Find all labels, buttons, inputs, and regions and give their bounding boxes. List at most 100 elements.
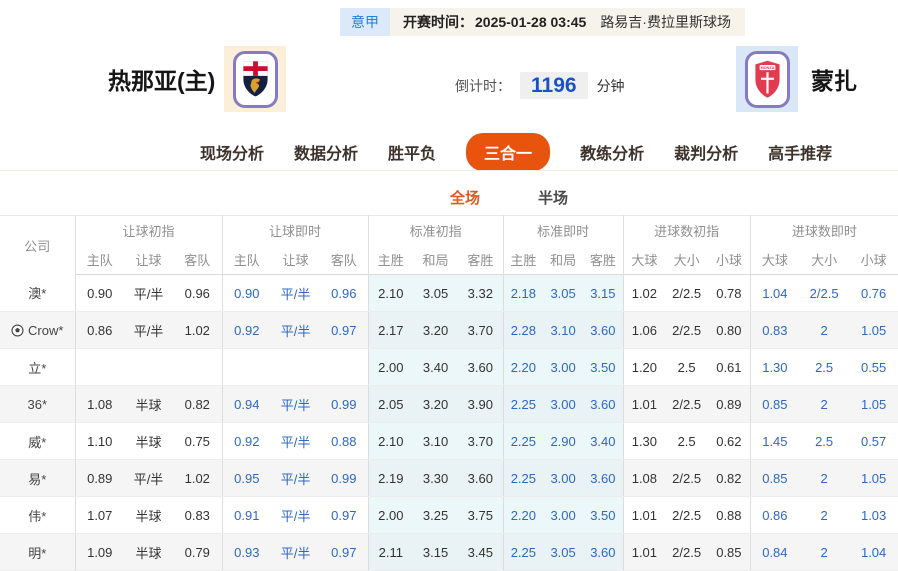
odds-cell-handicap-live: 0.97 [320,311,369,349]
odds-cell-handicap-live: 0.91 [221,496,272,534]
odds-cell-standard-live: 2.20 [502,496,544,534]
odds-cell-standard-live: 2.90 [543,422,584,460]
odds-cell-standard-initial: 2.17 [367,311,414,349]
col-header-standard-live-1: 和局 [543,245,584,275]
odds-cell-standard-live: 3.50 [583,496,624,534]
odds-cell-handicap-live [320,348,369,386]
odds-cell-standard-initial: 3.75 [458,496,504,534]
odds-cell-standard-live: 3.05 [543,274,584,312]
company-cell[interactable]: 伟* [0,496,75,534]
odds-cell-standard-live: 3.00 [543,385,584,423]
nav-tab-win-draw-lose[interactable]: 胜平负 [388,133,436,171]
odds-cell-standard-initial: 3.40 [413,348,459,386]
odds-row: 明* 1.09 半球 0.79 0.93 平/半 0.97 2.11 3.15 3.45 2.25 3… [0,533,898,571]
odds-cell-standard-live: 2.25 [502,422,544,460]
odds-cell-goals-initial: 2/2.5 [665,496,709,534]
countdown-unit: 分钟 [596,77,625,94]
company-name: Crow* [28,322,64,338]
nav-tab-data-analysis[interactable]: 数据分析 [294,133,358,171]
col-header-goals-live-2: 小球 [849,245,898,275]
odds-cell-goals-initial: 2/2.5 [665,274,709,312]
odds-cell-handicap-initial [124,348,173,386]
company-cell[interactable]: 明* [0,533,75,571]
nav-tab-expert-picks[interactable]: 高手推荐 [768,133,832,171]
countdown-label: 倒计时： [455,77,511,94]
company-cell[interactable]: 威* [0,422,75,460]
odds-cell-handicap-initial: 0.79 [173,533,223,571]
odds-cell-standard-initial: 3.20 [413,385,459,423]
odds-cell-handicap-live: 0.99 [320,459,369,497]
odds-cell-standard-initial: 3.70 [458,311,504,349]
odds-cell-standard-initial: 2.05 [367,385,414,423]
home-team-name: 热那亚(主) [108,68,216,94]
company-cell[interactable]: 立* [0,348,75,386]
odds-cell-handicap-live: 0.99 [320,385,369,423]
odds-cell-standard-initial: 2.10 [367,422,414,460]
odds-cell-handicap-live: 平/半 [271,311,321,349]
odds-cell-handicap-live: 平/半 [271,496,321,534]
odds-row: 伟* 1.07 半球 0.83 0.91 平/半 0.97 2.00 3.25 3.75 2.20 3… [0,496,898,534]
odds-cell-standard-initial: 3.20 [413,311,459,349]
company-cell[interactable]: 澳* [0,274,75,312]
odds-cell-standard-live: 2.28 [502,311,544,349]
col-header-handicap-initial-2: 客队 [173,245,223,275]
odds-cell-standard-initial: 3.60 [458,348,504,386]
nav-tabs: 现场分析 数据分析 胜平负 三合一 教练分析 裁判分析 高手推荐 [200,133,832,171]
company-name: 立* [28,360,47,376]
odds-cell-goals-live: 1.04 [849,533,898,571]
nav-tab-three-in-one[interactable]: 三合一 [466,133,551,171]
league-badge[interactable]: 意甲 [340,8,390,36]
odds-cell-handicap-live: 0.97 [320,533,369,571]
odds-cell-goals-live: 2.5 [799,422,850,460]
odds-cell-goals-initial: 2/2.5 [665,459,709,497]
odds-cell-handicap-initial: 1.02 [173,459,223,497]
soccer-ball-icon [11,323,24,337]
odds-cell-goals-initial: 0.78 [708,274,751,312]
odds-cell-standard-live: 3.60 [583,459,624,497]
odds-row: 立* 2.00 3.40 3.60 2.20 3.00 3.50 1.20 2.5 0.61 1.3… [0,348,898,386]
odds-cell-goals-initial: 0.61 [708,348,751,386]
kickoff-info: 开赛时间： 2025-01-28 03:45 路易吉·费拉里斯球场 [390,8,745,36]
odds-cell-goals-initial: 1.01 [622,385,666,423]
col-header-standard-live-2: 客胜 [583,245,624,275]
odds-cell-standard-initial: 3.30 [413,459,459,497]
genoa-crest-icon [243,60,268,96]
odds-cell-handicap-live: 0.96 [320,274,369,312]
odds-cell-standard-initial: 3.60 [458,459,504,497]
odds-cell-standard-initial: 3.05 [413,274,459,312]
odds-cell-standard-live: 2.18 [502,274,544,312]
odds-cell-handicap-initial: 平/半 [124,274,173,312]
away-team-name: 蒙扎 [811,68,857,94]
away-team-logo: MONZA [736,46,798,112]
col-header-goals-live-1: 大小 [799,245,850,275]
odds-cell-goals-initial: 2.5 [665,348,709,386]
odds-cell-standard-live: 3.60 [583,311,624,349]
odds-cell-standard-initial: 2.11 [367,533,414,571]
nav-tab-referee-analysis[interactable]: 裁判分析 [674,133,738,171]
company-cell[interactable]: 36* [0,385,75,423]
odds-cell-goals-live: 1.03 [849,496,898,534]
odds-cell-handicap-initial: 1.07 [74,496,124,534]
odds-cell-goals-initial: 2/2.5 [665,533,709,571]
group-header-goals-initial: 进球数初指 [622,215,751,245]
odds-row: 36* 1.08 半球 0.82 0.94 平/半 0.99 2.05 3.20 3.90 2.25… [0,385,898,423]
col-header-handicap-initial-0: 主队 [74,245,124,275]
odds-cell-handicap-initial: 0.83 [173,496,223,534]
odds-cell-handicap-live: 0.94 [221,385,272,423]
odds-cell-handicap-initial: 0.89 [74,459,124,497]
nav-tab-live-analysis[interactable]: 现场分析 [200,133,264,171]
odds-cell-handicap-initial: 半球 [124,385,173,423]
nav-tab-coach-analysis[interactable]: 教练分析 [580,133,644,171]
odds-cell-handicap-initial: 1.09 [74,533,124,571]
odds-cell-goals-live: 1.30 [749,348,800,386]
odds-cell-standard-live: 3.50 [583,348,624,386]
odds-cell-goals-live: 0.84 [749,533,800,571]
company-cell[interactable]: Crow* [0,311,75,349]
odds-cell-handicap-initial: 平/半 [124,459,173,497]
odds-cell-handicap-live: 0.90 [221,274,272,312]
odds-cell-handicap-initial: 1.10 [74,422,124,460]
odds-cell-standard-live: 2.25 [502,533,544,571]
company-cell[interactable]: 易* [0,459,75,497]
odds-cell-goals-initial: 1.08 [622,459,666,497]
odds-cell-standard-live: 3.00 [543,496,584,534]
